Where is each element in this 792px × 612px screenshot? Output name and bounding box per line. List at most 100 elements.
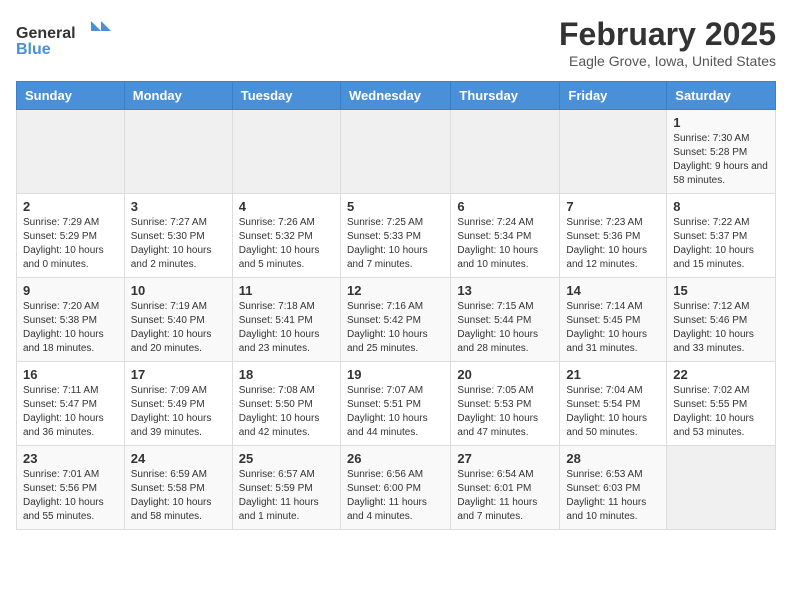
day-number: 24 <box>131 451 226 466</box>
calendar-cell: 3 Sunrise: 7:27 AM Sunset: 5:30 PM Daylig… <box>124 194 232 278</box>
calendar-cell: 21 Sunrise: 7:04 AM Sunset: 5:54 PM Dayli… <box>560 362 667 446</box>
day-number: 22 <box>673 367 769 382</box>
calendar-cell: 22 Sunrise: 7:02 AM Sunset: 5:55 PM Dayli… <box>667 362 776 446</box>
day-info: Sunrise: 7:11 AM Sunset: 5:47 PM Dayligh… <box>23 384 118 440</box>
calendar-cell <box>451 110 560 194</box>
day-info: Sunrise: 7:27 AM Sunset: 5:30 PM Dayligh… <box>131 216 226 272</box>
day-info: Sunrise: 7:05 AM Sunset: 5:53 PM Dayligh… <box>457 384 553 440</box>
day-number: 11 <box>239 283 334 298</box>
week-row-4: 16 Sunrise: 7:11 AM Sunset: 5:47 PM Dayli… <box>17 362 776 446</box>
calendar-cell: 25Sunrise: 6:57 AM Sunset: 5:59 PM Dayli… <box>232 446 340 530</box>
calendar-subtitle: Eagle Grove, Iowa, United States <box>559 53 776 69</box>
calendar-cell: 13 Sunrise: 7:15 AM Sunset: 5:44 PM Dayli… <box>451 278 560 362</box>
day-info: Sunrise: 7:25 AM Sunset: 5:33 PM Dayligh… <box>347 216 444 272</box>
calendar-cell <box>667 446 776 530</box>
calendar-cell: 5 Sunrise: 7:25 AM Sunset: 5:33 PM Daylig… <box>340 194 450 278</box>
calendar-title: February 2025 <box>559 16 776 53</box>
day-number: 2 <box>23 199 118 214</box>
calendar-cell: 7 Sunrise: 7:23 AM Sunset: 5:36 PM Daylig… <box>560 194 667 278</box>
title-area: February 2025 Eagle Grove, Iowa, United … <box>559 16 776 69</box>
calendar-cell <box>124 110 232 194</box>
calendar-cell: 6Sunrise: 7:24 AM Sunset: 5:34 PM Daylig… <box>451 194 560 278</box>
day-number: 19 <box>347 367 444 382</box>
calendar-cell: 14Sunrise: 7:14 AM Sunset: 5:45 PM Dayli… <box>560 278 667 362</box>
day-info: Sunrise: 7:18 AM Sunset: 5:41 PM Dayligh… <box>239 300 334 356</box>
day-info: Sunrise: 7:16 AM Sunset: 5:42 PM Dayligh… <box>347 300 444 356</box>
day-info: Sunrise: 7:30 AM Sunset: 5:28 PM Dayligh… <box>673 132 769 188</box>
day-info: Sunrise: 7:22 AM Sunset: 5:37 PM Dayligh… <box>673 216 769 272</box>
day-info: Sunrise: 7:09 AM Sunset: 5:49 PM Dayligh… <box>131 384 226 440</box>
weekday-header-friday: Friday <box>560 82 667 110</box>
calendar-cell: 1 Sunrise: 7:30 AM Sunset: 5:28 PM Daylig… <box>667 110 776 194</box>
day-info: Sunrise: 7:04 AM Sunset: 5:54 PM Dayligh… <box>566 384 660 440</box>
calendar-cell: 2 Sunrise: 7:29 AM Sunset: 5:29 PM Daylig… <box>17 194 125 278</box>
day-number: 4 <box>239 199 334 214</box>
day-info: Sunrise: 7:24 AM Sunset: 5:34 PM Dayligh… <box>457 216 553 272</box>
day-number: 16 <box>23 367 118 382</box>
day-info: Sunrise: 7:02 AM Sunset: 5:55 PM Dayligh… <box>673 384 769 440</box>
day-number: 28 <box>566 451 660 466</box>
day-number: 8 <box>673 199 769 214</box>
day-info: Sunrise: 7:07 AM Sunset: 5:51 PM Dayligh… <box>347 384 444 440</box>
day-info: Sunrise: 7:29 AM Sunset: 5:29 PM Dayligh… <box>23 216 118 272</box>
day-info: Sunrise: 7:23 AM Sunset: 5:36 PM Dayligh… <box>566 216 660 272</box>
day-info: Sunrise: 7:20 AM Sunset: 5:38 PM Dayligh… <box>23 300 118 356</box>
weekday-header-sunday: Sunday <box>17 82 125 110</box>
day-number: 18 <box>239 367 334 382</box>
day-info: Sunrise: 6:59 AM Sunset: 5:58 PM Dayligh… <box>131 468 226 524</box>
weekday-header-monday: Monday <box>124 82 232 110</box>
calendar-cell: 16 Sunrise: 7:11 AM Sunset: 5:47 PM Dayli… <box>17 362 125 446</box>
day-number: 3 <box>131 199 226 214</box>
day-number: 26 <box>347 451 444 466</box>
day-number: 9 <box>23 283 118 298</box>
calendar-cell <box>232 110 340 194</box>
calendar-cell: 20 Sunrise: 7:05 AM Sunset: 5:53 PM Dayli… <box>451 362 560 446</box>
day-number: 1 <box>673 115 769 130</box>
calendar-cell: 9 Sunrise: 7:20 AM Sunset: 5:38 PM Daylig… <box>17 278 125 362</box>
day-number: 25 <box>239 451 334 466</box>
day-info: Sunrise: 6:53 AM Sunset: 6:03 PM Dayligh… <box>566 468 660 524</box>
calendar-cell: 4 Sunrise: 7:26 AM Sunset: 5:32 PM Daylig… <box>232 194 340 278</box>
day-info: Sunrise: 7:01 AM Sunset: 5:56 PM Dayligh… <box>23 468 118 524</box>
day-info: Sunrise: 7:15 AM Sunset: 5:44 PM Dayligh… <box>457 300 553 356</box>
day-info: Sunrise: 7:08 AM Sunset: 5:50 PM Dayligh… <box>239 384 334 440</box>
day-number: 14 <box>566 283 660 298</box>
calendar-cell: 8 Sunrise: 7:22 AM Sunset: 5:37 PM Daylig… <box>667 194 776 278</box>
calendar-cell: 23 Sunrise: 7:01 AM Sunset: 5:56 PM Dayli… <box>17 446 125 530</box>
weekday-header-thursday: Thursday <box>451 82 560 110</box>
day-info: Sunrise: 6:56 AM Sunset: 6:00 PM Dayligh… <box>347 468 444 524</box>
week-row-5: 23 Sunrise: 7:01 AM Sunset: 5:56 PM Dayli… <box>17 446 776 530</box>
day-number: 20 <box>457 367 553 382</box>
day-number: 7 <box>566 199 660 214</box>
day-number: 13 <box>457 283 553 298</box>
day-number: 17 <box>131 367 226 382</box>
calendar-cell: 10 Sunrise: 7:19 AM Sunset: 5:40 PM Dayli… <box>124 278 232 362</box>
svg-text:General: General <box>16 25 76 42</box>
calendar-cell <box>340 110 450 194</box>
day-number: 10 <box>131 283 226 298</box>
day-info: Sunrise: 6:54 AM Sunset: 6:01 PM Dayligh… <box>457 468 553 524</box>
calendar-cell <box>560 110 667 194</box>
calendar-cell: 27 Sunrise: 6:54 AM Sunset: 6:01 PM Dayli… <box>451 446 560 530</box>
day-number: 21 <box>566 367 660 382</box>
logo: General Blue <box>16 16 116 66</box>
day-number: 15 <box>673 283 769 298</box>
calendar-cell: 12 Sunrise: 7:16 AM Sunset: 5:42 PM Dayli… <box>340 278 450 362</box>
day-number: 23 <box>23 451 118 466</box>
day-number: 27 <box>457 451 553 466</box>
calendar-cell: 19 Sunrise: 7:07 AM Sunset: 5:51 PM Dayli… <box>340 362 450 446</box>
svg-text:Blue: Blue <box>16 41 51 58</box>
page-header: General Blue February 2025 Eagle Grove, … <box>16 16 776 69</box>
day-info: Sunrise: 7:19 AM Sunset: 5:40 PM Dayligh… <box>131 300 226 356</box>
day-number: 5 <box>347 199 444 214</box>
week-row-1: 1 Sunrise: 7:30 AM Sunset: 5:28 PM Daylig… <box>17 110 776 194</box>
weekday-header-row: SundayMondayTuesdayWednesdayThursdayFrid… <box>17 82 776 110</box>
week-row-2: 2 Sunrise: 7:29 AM Sunset: 5:29 PM Daylig… <box>17 194 776 278</box>
logo-wordmark: General Blue <box>16 16 116 66</box>
calendar-cell <box>17 110 125 194</box>
calendar-cell: 24 Sunrise: 6:59 AM Sunset: 5:58 PM Dayli… <box>124 446 232 530</box>
day-number: 12 <box>347 283 444 298</box>
calendar-cell: 17 Sunrise: 7:09 AM Sunset: 5:49 PM Dayli… <box>124 362 232 446</box>
day-info: Sunrise: 7:26 AM Sunset: 5:32 PM Dayligh… <box>239 216 334 272</box>
weekday-header-saturday: Saturday <box>667 82 776 110</box>
